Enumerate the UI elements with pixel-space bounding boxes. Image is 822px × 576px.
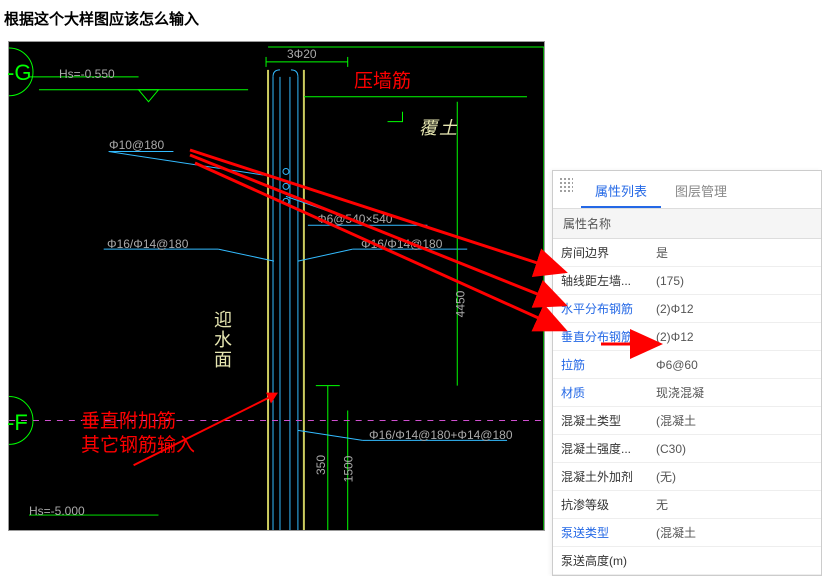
- annotation-chuizhi1: 垂直附加筋: [81, 406, 176, 433]
- prop-table: 房间边界是轴线距左墙...(175)水平分布钢筋(2)Φ12垂直分布钢筋(2)Φ…: [553, 239, 821, 575]
- text-1614-right: Φ16/Φ14@180: [361, 237, 442, 251]
- prop-key: 轴线距左墙...: [553, 267, 648, 295]
- tab-attributes[interactable]: 属性列表: [581, 175, 661, 208]
- prop-key: 抗渗等级: [553, 491, 648, 519]
- prop-key[interactable]: 水平分布钢筋: [553, 295, 648, 323]
- prop-row[interactable]: 轴线距左墙...(175): [553, 267, 821, 295]
- prop-key: 房间边界: [553, 239, 648, 267]
- annotation-chuizhi2: 其它钢筋输入: [81, 430, 195, 457]
- prop-value[interactable]: Φ6@60: [648, 351, 821, 379]
- prop-key: 泵送高度(m): [553, 547, 648, 575]
- prop-key[interactable]: 垂直分布钢筋: [553, 323, 648, 351]
- prop-key: 混凝土强度...: [553, 435, 648, 463]
- prop-value[interactable]: 无: [648, 491, 821, 519]
- prop-row[interactable]: 混凝土外加剂(无): [553, 463, 821, 491]
- prop-row[interactable]: 水平分布钢筋(2)Φ12: [553, 295, 821, 323]
- text-1614-left: Φ16/Φ14@180: [107, 237, 188, 251]
- annotation-yaqiangjin: 压墙筋: [354, 66, 411, 93]
- grid-label-f: -F: [7, 410, 28, 436]
- prop-row[interactable]: 泵送类型(混凝土: [553, 519, 821, 547]
- text-hs-bot: Hs=-5.000: [29, 504, 85, 518]
- prop-value[interactable]: (无): [648, 463, 821, 491]
- prop-key[interactable]: 材质: [553, 379, 648, 407]
- prop-value[interactable]: (175): [648, 267, 821, 295]
- prop-value[interactable]: (混凝土: [648, 519, 821, 547]
- prop-key: 混凝土类型: [553, 407, 648, 435]
- prop-value[interactable]: 现浇混凝: [648, 379, 821, 407]
- prop-key[interactable]: 泵送类型: [553, 519, 648, 547]
- prop-value[interactable]: (C30): [648, 435, 821, 463]
- text-10-180: Φ10@180: [109, 138, 164, 152]
- property-panel: 属性列表 图层管理 属性名称 房间边界是轴线距左墙...(175)水平分布钢筋(…: [552, 170, 822, 576]
- text-yingshui: 迎水面: [209, 310, 235, 370]
- prop-row[interactable]: 抗渗等级无: [553, 491, 821, 519]
- text-1500: 1500: [341, 456, 355, 483]
- text-top-dim: 3Φ20: [287, 47, 317, 61]
- prop-row[interactable]: 混凝土类型(混凝土: [553, 407, 821, 435]
- text-6-540: Φ6@540×540: [317, 212, 392, 226]
- panel-grip-icon[interactable]: [559, 177, 573, 193]
- prop-key: 混凝土外加剂: [553, 463, 648, 491]
- prop-row[interactable]: 拉筋Φ6@60: [553, 351, 821, 379]
- text-1614-plus: Φ16/Φ14@180+Φ14@180: [369, 428, 513, 442]
- prop-value[interactable]: [648, 547, 821, 575]
- prop-row[interactable]: 泵送高度(m): [553, 547, 821, 575]
- prop-value[interactable]: 是: [648, 239, 821, 267]
- text-futu: 覆土: [419, 114, 459, 140]
- cad-drawing: -G -F Hs=-0.550 Hs=-5.000 3Φ20 Φ10@180 Φ…: [8, 41, 545, 531]
- prop-header: 属性名称: [553, 209, 821, 239]
- tab-layers[interactable]: 图层管理: [661, 175, 741, 208]
- grid-label-g: -G: [7, 60, 31, 86]
- text-350: 350: [314, 455, 328, 475]
- prop-row[interactable]: 材质现浇混凝: [553, 379, 821, 407]
- page-title: 根据这个大样图应该怎么输入: [0, 0, 822, 41]
- prop-key[interactable]: 拉筋: [553, 351, 648, 379]
- prop-row[interactable]: 混凝土强度...(C30): [553, 435, 821, 463]
- text-4450: 4450: [453, 291, 467, 318]
- panel-tabs: 属性列表 图层管理: [553, 171, 821, 209]
- prop-value[interactable]: (2)Φ12: [648, 295, 821, 323]
- prop-value[interactable]: (2)Φ12: [648, 323, 821, 351]
- text-hs-top: Hs=-0.550: [59, 67, 115, 81]
- prop-row[interactable]: 垂直分布钢筋(2)Φ12: [553, 323, 821, 351]
- prop-value[interactable]: (混凝土: [648, 407, 821, 435]
- prop-row[interactable]: 房间边界是: [553, 239, 821, 267]
